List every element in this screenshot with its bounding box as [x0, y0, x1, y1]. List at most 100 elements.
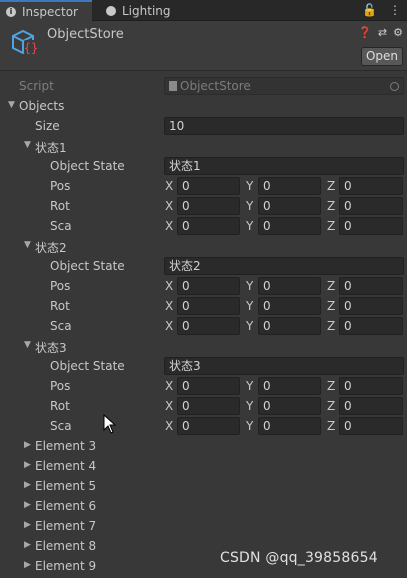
preset-icon[interactable]: ⇄ [378, 26, 387, 39]
axis-label-x: X [165, 419, 174, 433]
tab-lighting[interactable]: Lighting [100, 0, 180, 21]
watermark: CSDN @qq_39858654 [220, 550, 378, 566]
object-state-input[interactable]: 状态2 [164, 257, 404, 275]
axis-label-y: Y [246, 199, 254, 213]
axis-label-y: Y [246, 419, 254, 433]
rot-x-input[interactable]: 0 [177, 297, 240, 315]
sca-x-input[interactable]: 0 [177, 417, 240, 435]
axis-label-y: Y [246, 219, 254, 233]
element-foldout[interactable]: ▶ Element 4 [0, 456, 407, 476]
axis-label-y: Y [246, 299, 254, 313]
inspector-header: {} ObjectStore ❓ ⇄ ⚙ Open [0, 21, 407, 71]
gear-icon[interactable]: ⚙ [393, 26, 403, 39]
rot-label: Rot [50, 299, 70, 313]
pos-y-input[interactable]: 0 [258, 377, 321, 395]
rot-z-input[interactable]: 0 [339, 197, 403, 215]
pos-label: Pos [50, 279, 71, 293]
open-button[interactable]: Open [361, 47, 403, 66]
sca-y-input[interactable]: 0 [258, 317, 321, 335]
size-input[interactable]: 10 [164, 117, 404, 135]
rot-y-input[interactable]: 0 [258, 397, 321, 415]
pos-y-input[interactable]: 0 [258, 277, 321, 295]
pos-x-input[interactable]: 0 [177, 277, 240, 295]
header-icons: ❓ ⇄ ⚙ [358, 26, 403, 39]
sca-z-input[interactable]: 0 [339, 317, 403, 335]
axis-label-z: Z [327, 199, 336, 213]
pos-z-input[interactable]: 0 [339, 277, 403, 295]
state-foldout[interactable]: ▼ 状态2 [0, 236, 407, 256]
axis-label-x: X [165, 179, 174, 193]
sca-label: Sca [50, 319, 72, 333]
pos-row: Pos X 0 Y 0 Z 0 [0, 376, 407, 396]
element-foldout[interactable]: ▶ Element 6 [0, 496, 407, 516]
rot-x-input[interactable]: 0 [177, 397, 240, 415]
rot-y-input[interactable]: 0 [258, 297, 321, 315]
state-foldout[interactable]: ▼ 状态1 [0, 136, 407, 156]
axis-label-y: Y [246, 379, 254, 393]
tab-tools: 🔓 ⋮ [362, 3, 401, 17]
info-icon: i [6, 6, 16, 17]
pos-label: Pos [50, 379, 71, 393]
script-field[interactable]: ObjectStore [164, 77, 404, 95]
element-foldout[interactable]: ▶ Element 5 [0, 476, 407, 496]
lock-icon[interactable]: 🔓 [362, 3, 377, 17]
expand-right-icon: ▶ [24, 480, 31, 490]
state-foldout[interactable]: ▼ 状态3 [0, 336, 407, 356]
element-label: Element 7 [35, 519, 97, 533]
pos-y-input[interactable]: 0 [258, 177, 321, 195]
tab-inspector[interactable]: i Inspector [0, 0, 92, 21]
pos-x-input[interactable]: 0 [177, 177, 240, 195]
object-state-input[interactable]: 状态1 [164, 157, 404, 175]
rot-y-input[interactable]: 0 [258, 197, 321, 215]
rot-z-input[interactable]: 0 [339, 297, 403, 315]
tab-inspector-label: Inspector [22, 4, 78, 19]
object-state-label: Object State [50, 259, 125, 273]
axis-label-z: Z [327, 419, 336, 433]
axis-label-z: Z [327, 299, 336, 313]
axis-label-y: Y [246, 179, 254, 193]
sca-label: Sca [50, 219, 72, 233]
script-label: Script [19, 79, 54, 93]
sca-z-input[interactable]: 0 [339, 417, 403, 435]
svg-text:{}: {} [24, 41, 38, 55]
script-asset-icon: {} [12, 29, 38, 55]
sca-x-input[interactable]: 0 [177, 317, 240, 335]
pos-z-input[interactable]: 0 [339, 177, 403, 195]
axis-label-z: Z [327, 379, 336, 393]
axis-label-z: Z [327, 279, 336, 293]
pos-x-input[interactable]: 0 [177, 377, 240, 395]
element-foldout[interactable]: ▶ Element 3 [0, 436, 407, 456]
sca-label: Sca [50, 419, 72, 433]
element-label: Element 3 [35, 439, 97, 453]
expand-right-icon: ▶ [24, 500, 31, 510]
script-field-value: ObjectStore [180, 79, 251, 93]
object-picker-icon[interactable] [390, 82, 399, 91]
element-foldout[interactable]: ▶ Element 7 [0, 516, 407, 536]
script-row: Script ObjectStore [0, 76, 407, 96]
rot-z-input[interactable]: 0 [339, 397, 403, 415]
menu-icon[interactable]: ⋮ [389, 3, 401, 17]
element-label: Element 4 [35, 459, 97, 473]
bulb-icon [106, 5, 116, 16]
pos-row: Pos X 0 Y 0 Z 0 [0, 176, 407, 196]
mouse-cursor-icon [103, 414, 117, 434]
sca-y-input[interactable]: 0 [258, 217, 321, 235]
object-state-row: Object State 状态1 [0, 156, 407, 176]
axis-label-y: Y [246, 319, 254, 333]
objects-foldout[interactable]: ▼ Objects [0, 96, 407, 116]
expand-down-icon: ▼ [24, 140, 31, 150]
object-state-input[interactable]: 状态3 [164, 357, 404, 375]
rot-row: Rot X 0 Y 0 Z 0 [0, 396, 407, 416]
sca-z-input[interactable]: 0 [339, 217, 403, 235]
script-file-icon [169, 81, 177, 91]
rot-x-input[interactable]: 0 [177, 197, 240, 215]
pos-z-input[interactable]: 0 [339, 377, 403, 395]
size-label: Size [35, 119, 60, 133]
help-icon[interactable]: ❓ [358, 26, 372, 39]
axis-label-z: Z [327, 319, 336, 333]
expand-right-icon: ▶ [24, 440, 31, 450]
sca-y-input[interactable]: 0 [258, 417, 321, 435]
expand-right-icon: ▶ [24, 560, 31, 570]
sca-x-input[interactable]: 0 [177, 217, 240, 235]
objects-label: Objects [19, 99, 65, 113]
